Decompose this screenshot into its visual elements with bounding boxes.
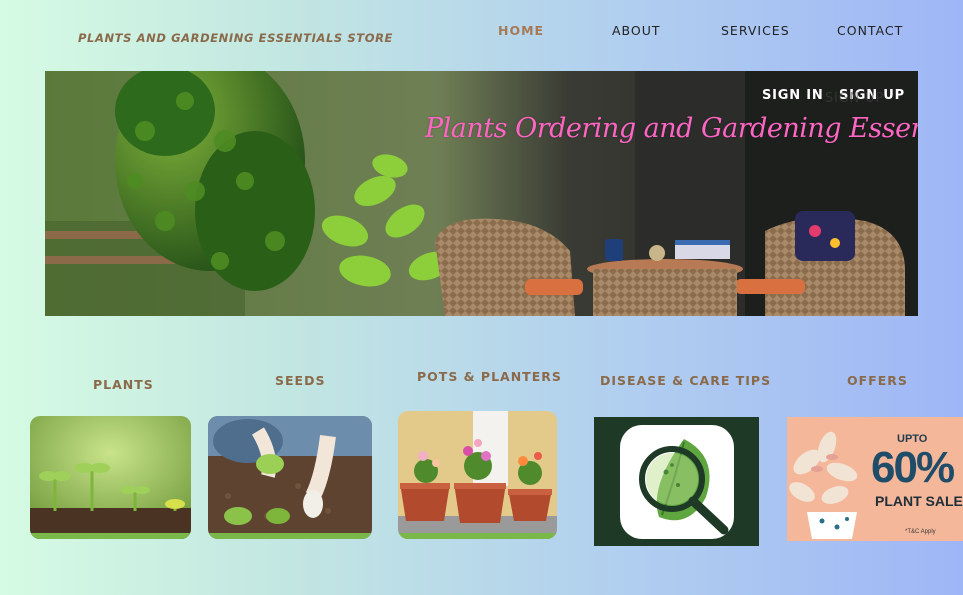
flower-pots-image bbox=[398, 411, 557, 539]
main-nav: HOME ABOUT SERVICES CONTACT bbox=[0, 23, 963, 39]
category-offers-card[interactable]: UPTO 60% PLANT SALE *T&C Apply bbox=[787, 417, 963, 541]
nav-contact[interactable]: CONTACT bbox=[837, 23, 903, 38]
category-seeds-label[interactable]: SEEDS bbox=[275, 373, 325, 388]
magnifier-leaf-icon bbox=[594, 417, 759, 546]
seedling-image bbox=[30, 416, 191, 539]
sign-up-ghost-text: SIGN UP bbox=[825, 91, 884, 106]
category-seeds-card[interactable] bbox=[208, 416, 372, 539]
sign-in-link[interactable]: SIGN IN bbox=[762, 88, 824, 103]
category-disease-tips-label[interactable]: DISEASE & CARE TIPS bbox=[600, 373, 771, 388]
nav-about[interactable]: ABOUT bbox=[612, 23, 661, 38]
category-plants-label[interactable]: PLANTS bbox=[93, 377, 154, 392]
category-disease-tips-card[interactable] bbox=[594, 417, 759, 546]
category-plants-card[interactable] bbox=[30, 416, 191, 539]
nav-services[interactable]: SERVICES bbox=[721, 23, 790, 38]
category-pots-label[interactable]: POTS & PLANTERS bbox=[417, 369, 562, 384]
offer-sale-text: PLANT SALE bbox=[875, 493, 963, 509]
offer-percent-text: 60% bbox=[871, 443, 955, 492]
hero-title: Plants Ordering and Gardening Essentials… bbox=[425, 113, 918, 144]
offer-terms-text: *T&C Apply bbox=[905, 529, 936, 535]
category-pots-card[interactable] bbox=[398, 411, 557, 539]
hero-image bbox=[45, 71, 918, 316]
hero-banner: SIGN IN SIGN UP SIGN UP Plants Ordering … bbox=[45, 71, 918, 316]
category-offers-label[interactable]: OFFERS bbox=[847, 373, 908, 388]
gardening-hands-image bbox=[208, 416, 372, 539]
nav-home[interactable]: HOME bbox=[498, 23, 544, 38]
